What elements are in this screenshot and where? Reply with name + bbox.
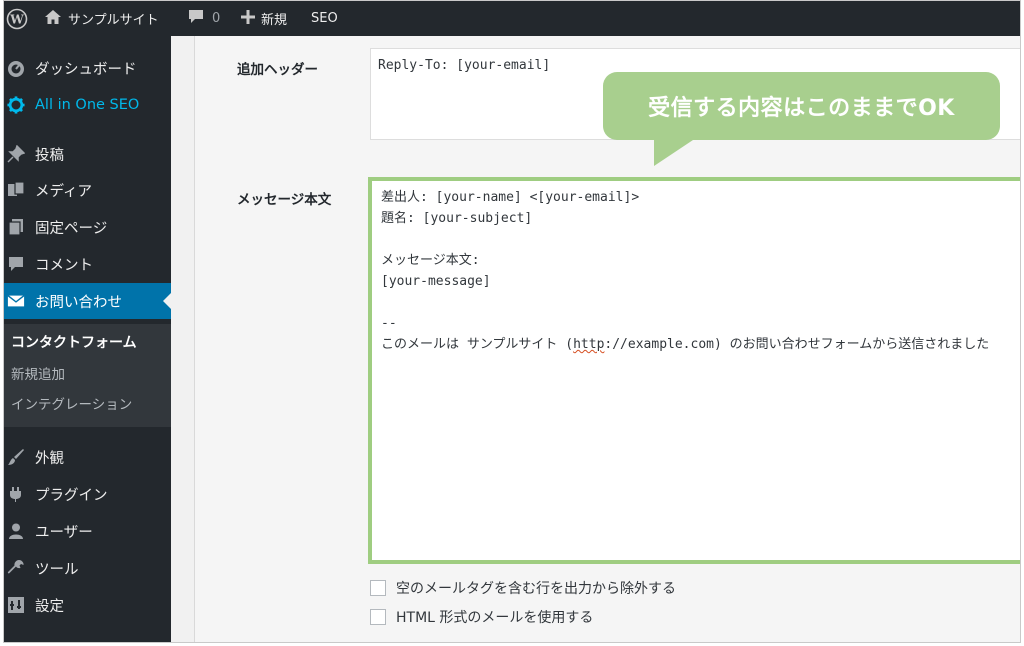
sidebar-item-label: ダッシュボード [35,61,137,78]
sidebar-item-label: ツール [35,561,79,578]
brush-icon [7,448,25,466]
message-body-textarea[interactable]: 差出人: [your-name] <[your-email]> 題名: [you… [368,177,1020,564]
message-line [381,292,1013,313]
wrench-icon [7,559,25,577]
sidebar-item-media[interactable]: メディア [4,172,171,208]
plus-icon [241,9,255,28]
mail-icon [7,292,25,310]
sidebar-item-dashboard[interactable]: ダッシュボード [4,50,171,86]
submenu: コンタクトフォーム 新規追加 インテグレーション [4,324,171,427]
message-text: ://example.com) のお問い合わせフォームから送信されました [604,337,990,352]
submenu-contact-forms[interactable]: コンタクトフォーム [11,332,137,352]
option-label: HTML 形式のメールを使用する [396,610,594,626]
submenu-add-new[interactable]: 新規追加 [11,363,65,383]
sidebar-item-label: 投稿 [35,147,64,164]
message-line [381,229,1013,250]
annotation-callout: 受信する内容はこのままでOK [603,72,1000,140]
sidebar-item-label: 固定ページ [35,220,108,237]
checkbox[interactable] [370,580,386,596]
message-line: -- [381,316,397,331]
adminbar-new-label: 新規 [261,13,288,28]
admin-sidebar: ダッシュボード All in One SEO 投稿 メディア 固定ページ コメン… [4,36,171,642]
sidebar-item-label: ユーザー [35,524,93,541]
sidebar-item-label: プラグイン [35,487,108,504]
sidebar-item-users[interactable]: ユーザー [4,513,171,549]
spellcheck-word: http [573,337,605,352]
dashboard-icon [7,59,25,77]
active-menu-arrow [163,293,171,309]
additional-headers-value: Reply-To: [your-email] [378,58,551,73]
message-line: メッセージ本文: [381,253,480,268]
callout-text: 受信する内容はこのままでOK [648,96,955,121]
pin-icon [7,145,25,163]
callout-tail [654,138,696,166]
sidebar-item-all-in-one-seo[interactable]: All in One SEO [4,87,171,123]
option-html-mail[interactable]: HTML 形式のメールを使用する [370,607,593,627]
adminbar-new[interactable]: 新規 [241,1,287,36]
option-exclude-empty-tags[interactable]: 空のメールタグを含む行を出力から除外する [370,578,676,598]
comment-count: 0 [212,11,221,26]
pages-icon [7,218,25,236]
sidebar-item-label: 設定 [35,598,64,615]
adminbar-seo[interactable]: SEO [311,1,338,36]
message-line: [your-message] [381,274,491,289]
adminbar-site-name: サンプルサイト [68,13,159,28]
sidebar-item-label: All in One SEO [35,97,140,113]
comment-icon [7,255,25,273]
adminbar-seo-label: SEO [311,11,338,26]
svg-text:W: W [9,12,24,26]
adminbar-comments[interactable]: 0 [187,1,220,36]
submenu-integration[interactable]: インテグレーション [11,393,132,413]
plugin-icon [7,485,25,503]
sidebar-item-posts[interactable]: 投稿 [4,136,171,172]
gear-icon [7,96,25,114]
sidebar-item-label: コメント [35,257,93,274]
sidebar-item-label: 外観 [35,450,64,467]
message-body-label: メッセージ本文 [237,192,332,208]
sidebar-item-label: お問い合わせ [35,294,122,311]
sidebar-item-tools[interactable]: ツール [4,550,171,586]
option-label: 空のメールタグを含む行を出力から除外する [396,581,676,597]
comment-bubble-icon [187,8,205,29]
sidebar-item-comments[interactable]: コメント [4,246,171,282]
sidebar-item-contact[interactable]: お問い合わせ [4,283,171,319]
adminbar-site-link[interactable]: サンプルサイト [44,1,159,36]
message-line: 差出人: [your-name] <[your-email]> [381,190,640,205]
home-icon [44,9,62,29]
message-line: このメールは サンプルサイト (http://example.com) のお問い… [381,334,1013,355]
media-icon [7,181,25,199]
sidebar-item-appearance[interactable]: 外観 [4,439,171,475]
sidebar-item-label: メディア [35,183,92,200]
message-line: 題名: [your-subject] [381,211,533,226]
user-icon [7,522,25,540]
additional-headers-label: 追加ヘッダー [237,62,318,78]
settings-icon [7,596,25,614]
sidebar-item-pages[interactable]: 固定ページ [4,209,171,245]
checkbox[interactable] [370,609,386,625]
sidebar-item-settings[interactable]: 設定 [4,587,171,623]
sidebar-item-plugins[interactable]: プラグイン [4,476,171,512]
message-text: このメールは サンプルサイト ( [381,337,574,352]
wordpress-logo-icon[interactable]: W [6,1,32,36]
admin-bar: W サンプルサイト 0 新規 SEO [4,1,1020,36]
